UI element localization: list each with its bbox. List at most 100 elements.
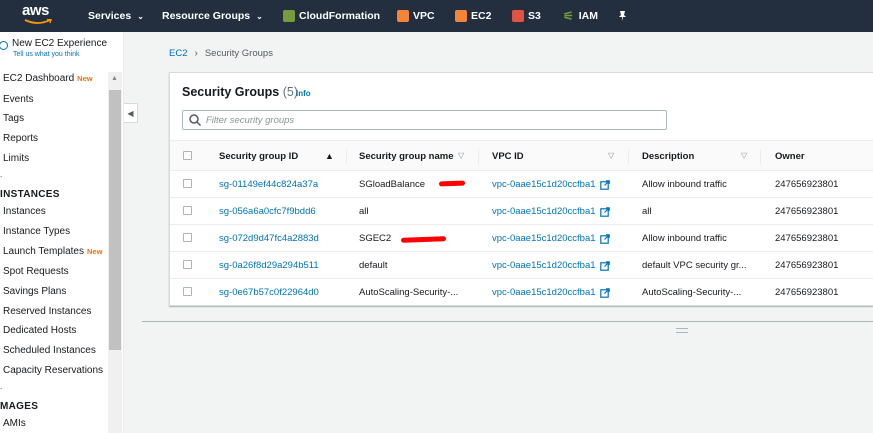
sidebar-item-instances[interactable]: Instances	[3, 206, 46, 217]
sidebar-item-reserved-instances[interactable]: Reserved Instances	[3, 306, 91, 317]
vpc-id-link[interactable]: vpc-0aae15c1d20ccfba1	[492, 260, 596, 271]
column-divider	[346, 149, 347, 164]
table-header: Security group ID ▲ Security group name …	[170, 140, 873, 171]
sidebar-item-tags[interactable]: Tags	[3, 113, 24, 124]
shortcut-iam[interactable]: ⚟ IAM	[563, 0, 598, 32]
table-row[interactable]: sg-056a6a0cfc7f9bdd6 all vpc-0aae15c1d20…	[170, 198, 873, 225]
iam-icon: ⚟	[563, 9, 574, 23]
shortcut-label: S3	[528, 10, 541, 22]
description: Allow inbound traffic	[642, 179, 727, 190]
security-group-id-link[interactable]: sg-072d9d47fc4a2883d	[219, 225, 319, 252]
owner: 247656923801	[775, 233, 839, 244]
external-link-icon[interactable]	[599, 287, 610, 298]
owner: 247656923801	[775, 260, 839, 271]
toggle-icon[interactable]	[0, 41, 8, 50]
pin-icon	[619, 11, 626, 21]
new-experience-toggle[interactable]: New EC2 Experience	[0, 38, 107, 50]
search-icon	[189, 114, 202, 127]
sidebar-item-limits[interactable]: Limits	[3, 153, 29, 164]
vpc-id-link[interactable]: vpc-0aae15c1d20ccfba1	[492, 233, 596, 244]
description: Allow inbound traffic	[642, 233, 727, 244]
vpc-icon	[397, 10, 409, 22]
row-checkbox[interactable]	[183, 179, 192, 188]
aws-smile-icon	[24, 19, 52, 24]
sidebar-item-capacity-reservations[interactable]: Capacity Reservations	[3, 365, 103, 376]
security-group-id-link[interactable]: sg-01149ef44c824a37a	[219, 171, 318, 198]
sidebar-item-launch-templates[interactable]: Launch Templates New	[3, 246, 102, 257]
external-link-icon[interactable]	[599, 179, 610, 190]
column-header-description[interactable]: Description	[642, 141, 694, 172]
sidebar-item-instance-types[interactable]: Instance Types	[3, 226, 70, 237]
shortcut-s3[interactable]: S3	[512, 0, 541, 32]
owner: 247656923801	[775, 287, 839, 298]
collapse-sidebar-button[interactable]: ◀	[124, 103, 138, 123]
sidebar-item-spot-requests[interactable]: Spot Requests	[3, 266, 69, 277]
chevron-down-icon: ⌄	[256, 11, 263, 21]
info-link[interactable]: Info	[296, 89, 311, 98]
security-group-name: all	[359, 206, 369, 217]
shortcut-cloudformation[interactable]: CloudFormation	[283, 0, 380, 32]
row-checkbox[interactable]	[183, 233, 192, 242]
row-checkbox[interactable]	[183, 260, 192, 269]
pin-button[interactable]	[618, 0, 627, 32]
select-all-checkbox[interactable]	[183, 151, 192, 160]
instances-heading: INSTANCES	[0, 189, 60, 200]
sort-icon[interactable]: ▽	[608, 151, 614, 160]
sidebar-item-amis[interactable]: AMIs	[3, 418, 26, 429]
shortcut-label: EC2	[471, 10, 492, 22]
scroll-up-arrow-icon[interactable]: ▲	[111, 75, 118, 82]
services-menu[interactable]: Services ⌄	[88, 0, 144, 32]
row-checkbox[interactable]	[183, 206, 192, 215]
column-header-id[interactable]: Security group ID	[219, 141, 298, 172]
sort-ascending-icon[interactable]: ▲	[325, 151, 334, 161]
owner: 247656923801	[775, 179, 839, 190]
row-checkbox[interactable]	[183, 287, 192, 296]
top-navigation: aws Services ⌄ Resource Groups ⌄ CloudForm…	[0, 0, 873, 32]
security-group-id-link[interactable]: sg-056a6a0cfc7f9bdd6	[219, 198, 316, 225]
shortcut-vpc[interactable]: VPC	[397, 0, 435, 32]
sidebar-item-reports[interactable]: Reports	[3, 133, 38, 144]
security-group-id-link[interactable]: sg-0a26f8d29a294b511	[219, 252, 319, 279]
sidebar-item-scheduled-instances[interactable]: Scheduled Instances	[3, 345, 96, 356]
aws-logo[interactable]: aws	[22, 3, 56, 26]
divider-dot: .	[0, 382, 3, 391]
sidebar-item-dedicated-hosts[interactable]: Dedicated Hosts	[3, 325, 76, 336]
security-groups-panel: Security Groups (5) Info Security group …	[169, 72, 873, 306]
redaction-mark	[400, 236, 447, 243]
table-row[interactable]: sg-01149ef44c824a37a SGloadBalance vpc-0…	[170, 171, 873, 198]
breadcrumb-ec2-link[interactable]: EC2	[169, 48, 187, 59]
shortcut-ec2[interactable]: EC2	[455, 0, 491, 32]
sidebar-item-dashboard[interactable]: EC2 Dashboard New	[3, 73, 93, 84]
column-divider	[760, 149, 761, 164]
table-row[interactable]: sg-072d9d47fc4a2883d SGEC2 vpc-0aae15c1d…	[170, 225, 873, 252]
sort-icon[interactable]: ▽	[458, 151, 464, 160]
column-header-vpc[interactable]: VPC ID	[492, 141, 524, 172]
external-link-icon[interactable]	[599, 260, 610, 271]
sidebar-item-savings-plans[interactable]: Savings Plans	[3, 286, 66, 297]
sidebar-scrollbar-thumb[interactable]	[109, 90, 121, 350]
vpc-id-link[interactable]: vpc-0aae15c1d20ccfba1	[492, 287, 596, 298]
chevron-down-icon: ⌄	[137, 11, 144, 21]
feedback-link[interactable]: Tell us what you think	[13, 51, 80, 58]
security-group-id-link[interactable]: sg-0e67b57c0f22964d0	[219, 279, 319, 306]
table-row[interactable]: sg-0e67b57c0f22964d0 AutoScaling-Securit…	[170, 279, 873, 306]
resource-groups-menu[interactable]: Resource Groups ⌄	[162, 0, 263, 32]
external-link-icon[interactable]	[599, 206, 610, 217]
chevron-left-icon: ◀	[127, 108, 134, 118]
breadcrumb-current: Security Groups	[204, 48, 273, 59]
vpc-id-link[interactable]: vpc-0aae15c1d20ccfba1	[492, 206, 596, 217]
search-input[interactable]	[206, 114, 646, 126]
column-header-name[interactable]: Security group name	[359, 141, 454, 172]
sort-icon[interactable]: ▽	[741, 151, 747, 160]
column-header-owner[interactable]: Owner	[775, 141, 805, 172]
vpc-id-link[interactable]: vpc-0aae15c1d20ccfba1	[492, 179, 596, 190]
description: AutoScaling-Security-...	[642, 287, 742, 298]
sidebar-item-events[interactable]: Events	[3, 94, 34, 105]
external-link-icon[interactable]	[599, 233, 610, 244]
table-row[interactable]: sg-0a26f8d29a294b511 default vpc-0aae15c…	[170, 252, 873, 279]
search-box[interactable]	[182, 110, 667, 130]
column-divider	[628, 149, 629, 164]
vpc-cell: vpc-0aae15c1d20ccfba1	[492, 225, 610, 252]
resize-handle-icon[interactable]	[676, 328, 688, 333]
sidebar-item-label: Launch Templates	[3, 246, 84, 257]
